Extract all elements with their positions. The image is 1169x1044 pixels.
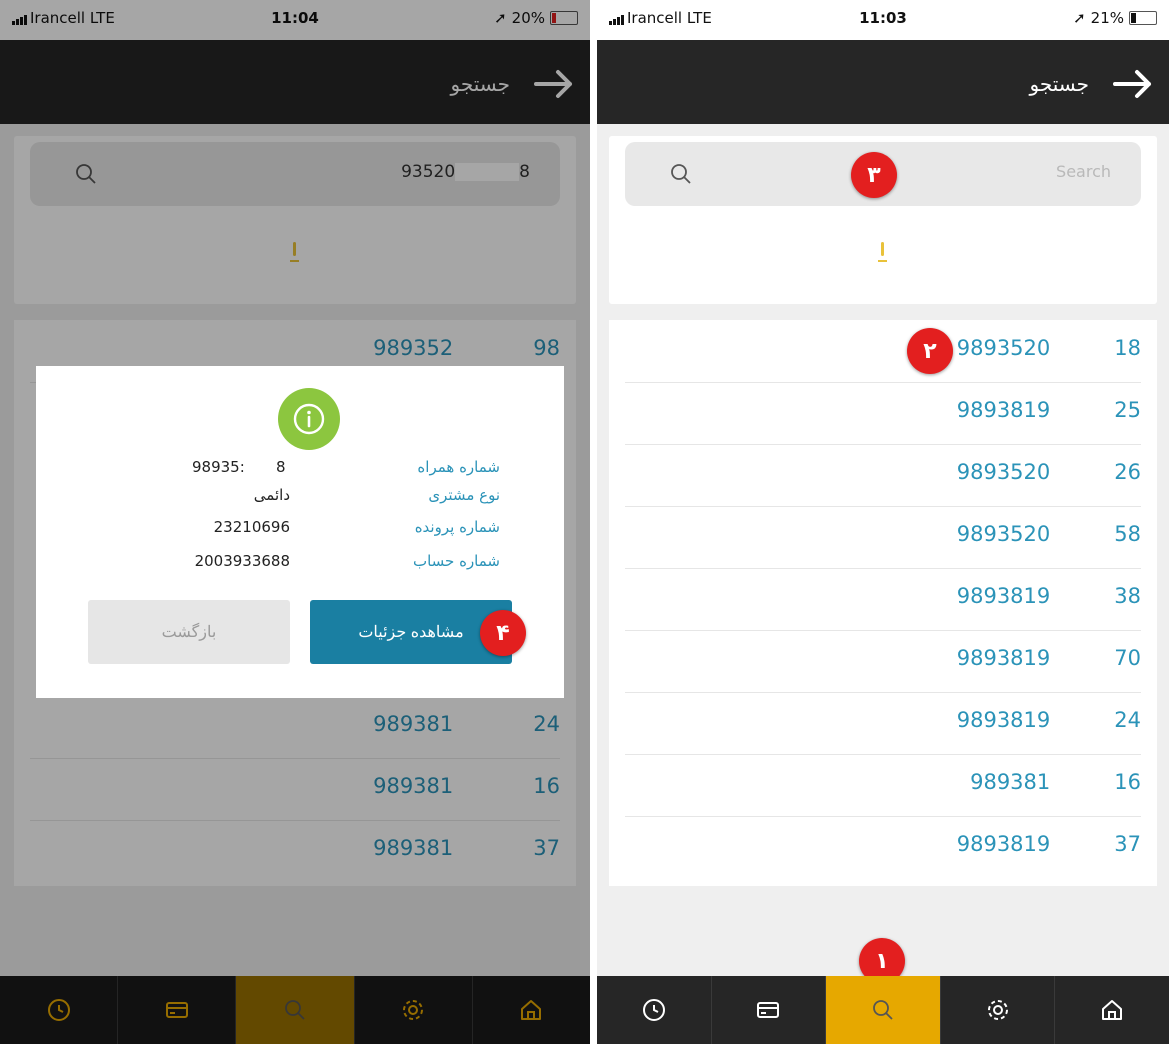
list-item[interactable]: 9893819 70	[625, 630, 1141, 693]
search-input[interactable]: Search ۳	[625, 142, 1141, 206]
phone-number[interactable]: 9893520 58	[957, 522, 1141, 546]
battery-icon	[1129, 11, 1157, 25]
nav-card[interactable]	[710, 976, 826, 1044]
info-row-file-number: 23210696 شماره پرونده	[96, 518, 500, 542]
mobile-number-label: شماره همراه	[417, 458, 500, 476]
file-number-value: 23210696	[213, 518, 290, 536]
nav-search[interactable]	[825, 976, 940, 1044]
status-bar: Irancell LTE 11:03 ➚ 21%	[597, 0, 1169, 40]
account-number-value: 2003933688	[194, 552, 290, 570]
phone-number[interactable]: 9893520 18	[957, 336, 1141, 360]
phone-number[interactable]: 9893819 24	[957, 708, 1141, 732]
file-number-label: شماره پرونده	[414, 518, 500, 536]
search-icon[interactable]	[669, 162, 693, 186]
info-row-mobile: 98935: 8 شماره همراه	[96, 458, 500, 482]
account-number-label: شماره حساب	[412, 552, 500, 570]
customer-type-label: نوع مشتری	[428, 486, 500, 504]
list-item[interactable]: 9893819 24	[625, 692, 1141, 755]
loading-indicator	[878, 242, 887, 264]
results-list: 9893520 18 ۲ 9893819 25 9893520 26 9893520 5…	[609, 320, 1157, 886]
home-icon	[1102, 1000, 1123, 1020]
right-phone-screen: Irancell LTE 11:03 ➚ 21% جستجو Search ۳ …	[597, 0, 1169, 1044]
list-item[interactable]: 9893520 18 ۲	[625, 320, 1141, 383]
left-phone-screen: Irancell LTE 11:04 ➚ 20% جستجو 93520 8 98…	[0, 0, 590, 1044]
list-item[interactable]: 9893520 58	[625, 506, 1141, 569]
phone-number[interactable]: 9893819 37	[957, 832, 1141, 856]
search-icon	[873, 1000, 893, 1020]
nav-settings[interactable]	[939, 976, 1055, 1044]
phone-number[interactable]: 9893819 25	[957, 398, 1141, 422]
list-item[interactable]: 9893520 26	[625, 444, 1141, 507]
mobile-number-suffix: 8	[276, 458, 286, 476]
step-marker-4: ۴	[480, 610, 526, 656]
nav-clock[interactable]	[597, 976, 711, 1044]
phone-number[interactable]: 989381 16	[970, 770, 1141, 794]
step-marker-2: ۲	[907, 328, 953, 374]
app-bar: جستجو	[597, 40, 1169, 124]
search-placeholder: Search	[1056, 162, 1111, 181]
page-title: جستجو	[1029, 72, 1089, 96]
customer-info-dialog: 98935: 8 شماره همراه دائمی نوع مشتری 232…	[36, 366, 564, 698]
search-card: Search ۳	[609, 136, 1157, 304]
info-row-account-number: 2003933688 شماره حساب	[96, 552, 500, 576]
list-item[interactable]: 989381 16	[625, 754, 1141, 817]
clock-icon	[642, 999, 665, 1021]
info-row-customer-type: دائمی نوع مشتری	[96, 486, 500, 510]
back-arrow-icon[interactable]	[1111, 68, 1155, 100]
battery-percent: 21%	[1090, 9, 1124, 27]
phone-number[interactable]: 9893819 70	[957, 646, 1141, 670]
location-icon: ➚	[1073, 9, 1086, 27]
card-icon	[757, 1002, 780, 1018]
info-icon	[278, 388, 340, 450]
back-button[interactable]: بازگشت	[88, 600, 290, 664]
step-marker-3: ۳	[851, 152, 897, 198]
mobile-number-value: 98935:	[192, 458, 245, 476]
gear-icon	[987, 1000, 1008, 1020]
battery: ➚ 21%	[1073, 9, 1157, 27]
phone-number[interactable]: 9893819 38	[957, 584, 1141, 608]
customer-type-value: دائمی	[253, 486, 290, 504]
nav-home[interactable]	[1054, 976, 1169, 1044]
phone-number[interactable]: 9893520 26	[957, 460, 1141, 484]
list-item[interactable]: 9893819 38	[625, 568, 1141, 631]
list-item[interactable]: 9893819 37	[625, 816, 1141, 878]
bottom-nav	[597, 976, 1169, 1044]
list-item[interactable]: 9893819 25	[625, 382, 1141, 445]
